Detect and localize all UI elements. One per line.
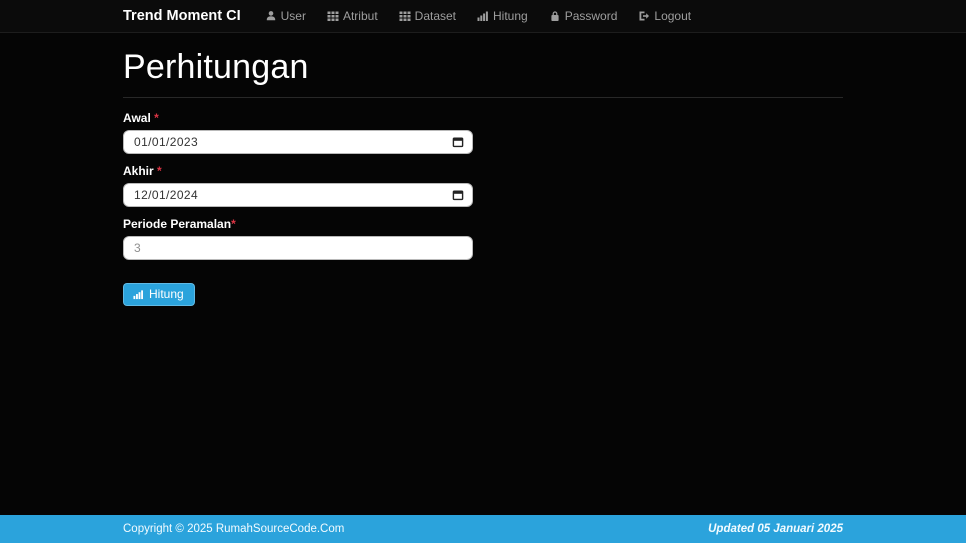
awal-label: Awal * bbox=[123, 111, 843, 125]
logout-icon bbox=[638, 10, 650, 22]
calendar-icon[interactable] bbox=[452, 136, 464, 148]
periode-input[interactable] bbox=[123, 236, 473, 260]
footer-updated: Updated 05 Januari 2025 bbox=[708, 523, 843, 535]
awal-date-value: 01/01/2023 bbox=[134, 135, 452, 149]
title-divider bbox=[123, 97, 843, 98]
grid-icon bbox=[399, 10, 411, 22]
navbar-brand[interactable]: Trend Moment CI bbox=[123, 8, 241, 24]
grid-icon bbox=[327, 10, 339, 22]
awal-date-input[interactable]: 01/01/2023 bbox=[123, 130, 473, 154]
navbar-menu: User Atribut bbox=[265, 9, 691, 23]
nav-item-label: User bbox=[281, 9, 306, 23]
page-title: Perhitungan bbox=[123, 48, 843, 87]
lock-icon bbox=[549, 10, 561, 22]
navbar: Trend Moment CI User bbox=[0, 0, 966, 33]
nav-item-dataset[interactable]: Dataset bbox=[399, 9, 456, 23]
nav-item-password[interactable]: Password bbox=[549, 9, 618, 23]
bar-chart-icon bbox=[477, 10, 489, 22]
nav-item-label: Password bbox=[565, 9, 618, 23]
required-asterisk: * bbox=[157, 164, 162, 178]
footer: Copyright © 2025 RumahSourceCode.Com Upd… bbox=[0, 515, 966, 543]
hitung-button-label: Hitung bbox=[149, 287, 184, 301]
app-window: Trend Moment CI User bbox=[0, 0, 966, 543]
user-icon bbox=[265, 10, 277, 22]
nav-item-label: Atribut bbox=[343, 9, 378, 23]
nav-item-logout[interactable]: Logout bbox=[638, 9, 691, 23]
awal-field-group: Awal * 01/01/2023 bbox=[123, 111, 843, 154]
akhir-date-input[interactable]: 12/01/2024 bbox=[123, 183, 473, 207]
calendar-icon[interactable] bbox=[452, 189, 464, 201]
bar-chart-icon bbox=[133, 289, 144, 300]
nav-item-label: Hitung bbox=[493, 9, 528, 23]
required-asterisk: * bbox=[154, 111, 159, 125]
akhir-field-group: Akhir * 12/01/2024 bbox=[123, 164, 843, 207]
nav-item-hitung[interactable]: Hitung bbox=[477, 9, 528, 23]
nav-item-label: Logout bbox=[654, 9, 691, 23]
required-asterisk: * bbox=[231, 217, 236, 231]
periode-field-group: Periode Peramalan* bbox=[123, 217, 843, 260]
nav-item-user[interactable]: User bbox=[265, 9, 306, 23]
akhir-date-value: 12/01/2024 bbox=[134, 188, 452, 202]
nav-item-atribut[interactable]: Atribut bbox=[327, 9, 378, 23]
hitung-button[interactable]: Hitung bbox=[123, 283, 195, 306]
footer-copyright: Copyright © 2025 RumahSourceCode.Com bbox=[123, 523, 344, 535]
periode-label: Periode Peramalan* bbox=[123, 217, 843, 231]
akhir-label: Akhir * bbox=[123, 164, 843, 178]
main-content: Perhitungan Awal * 01/01/2023 Akhir * bbox=[0, 33, 966, 515]
nav-item-label: Dataset bbox=[415, 9, 456, 23]
